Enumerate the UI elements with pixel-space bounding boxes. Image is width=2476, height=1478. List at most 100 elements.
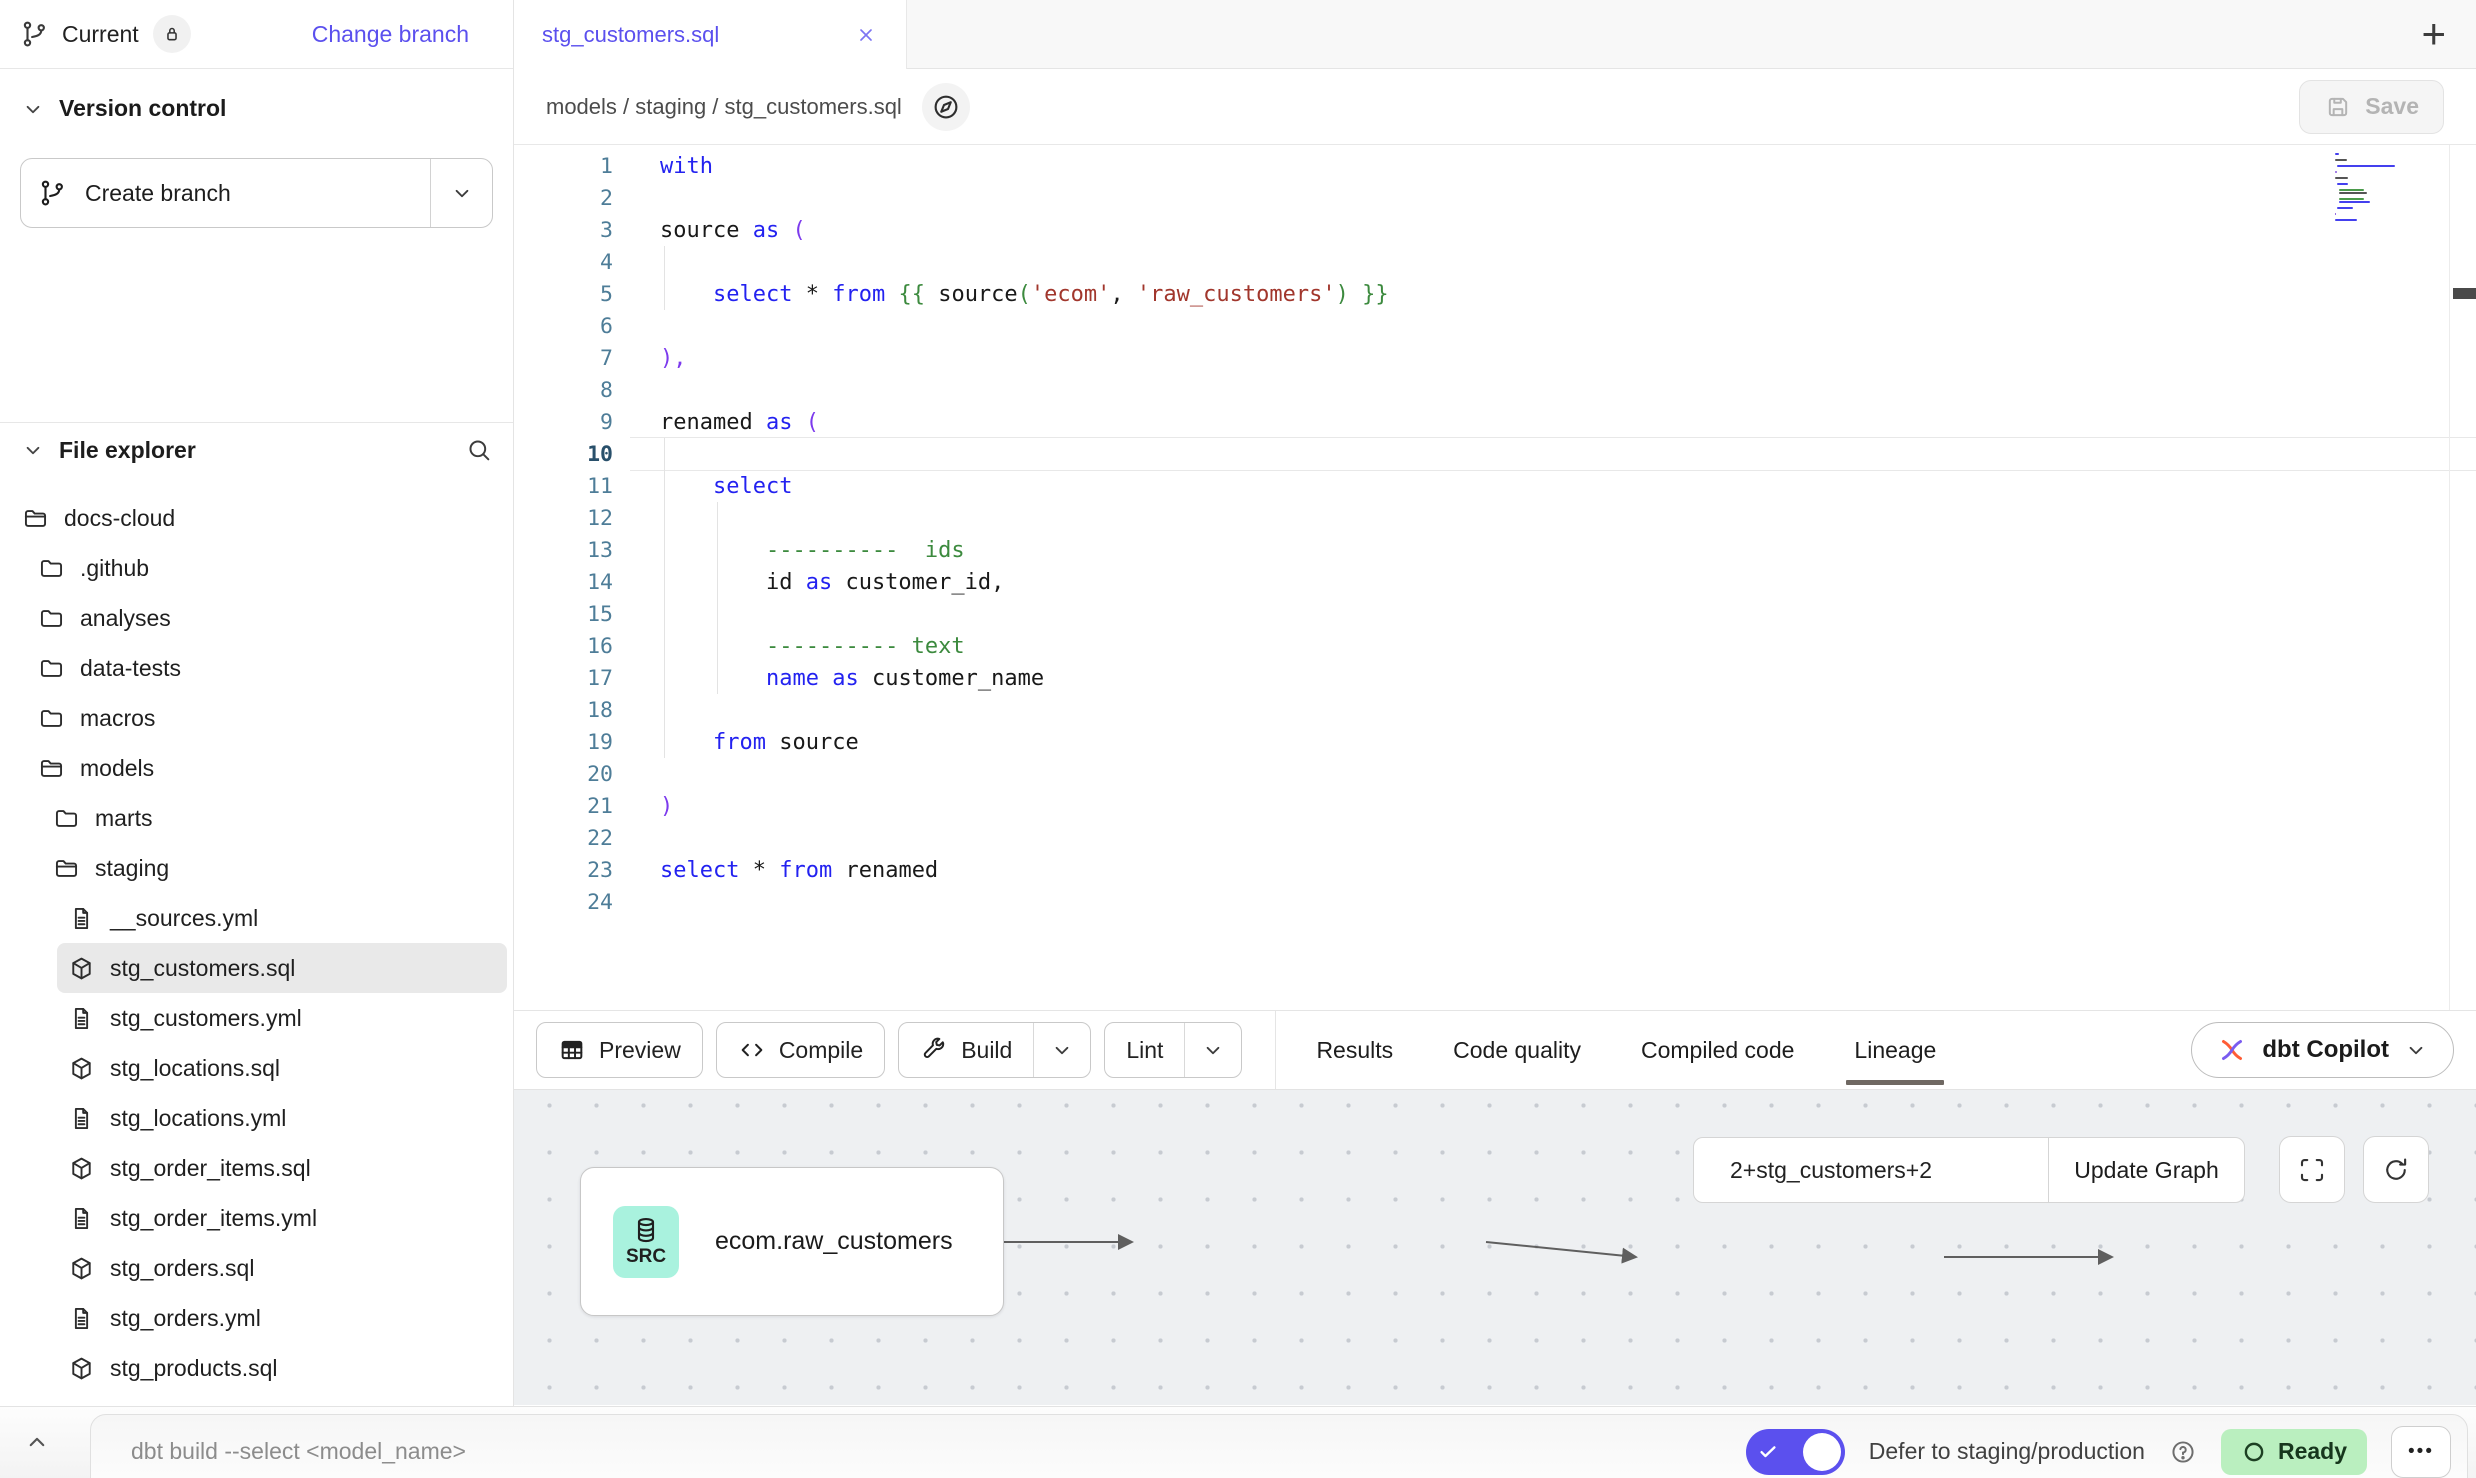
ready-status-button[interactable]: Ready (2221, 1429, 2367, 1475)
file-explorer-header[interactable]: File explorer (0, 423, 513, 477)
build-button[interactable]: Build (898, 1022, 1091, 1078)
compile-button[interactable]: Compile (716, 1022, 885, 1078)
file-tree-item[interactable]: stg_products.sql (0, 1343, 507, 1393)
file-tree-item[interactable]: stg_order_items.sql (0, 1143, 507, 1193)
code-line[interactable]: 2 (514, 182, 2476, 214)
code-line-text: from source (660, 730, 859, 755)
code-line[interactable]: 6 (514, 310, 2476, 342)
file-tree-item[interactable]: stg_order_items.yml (0, 1193, 507, 1243)
line-number: 17 (514, 666, 630, 691)
build-dropdown[interactable] (1033, 1023, 1090, 1077)
more-options-button[interactable]: ••• (2391, 1426, 2451, 1478)
command-input[interactable]: dbt build --select <model_name> (131, 1438, 466, 1465)
file-tree-item[interactable]: docs-cloud (0, 493, 507, 543)
line-number: 4 (514, 250, 630, 275)
new-tab-button[interactable]: + (2421, 13, 2446, 55)
line-number: 12 (514, 506, 630, 531)
current-branch-label: Current (62, 21, 139, 48)
close-icon[interactable] (854, 23, 878, 47)
lint-label: Lint (1126, 1037, 1163, 1064)
file-tree-item[interactable]: stg_locations.sql (0, 1043, 507, 1093)
lint-dropdown[interactable] (1184, 1023, 1241, 1077)
defer-toggle[interactable] (1746, 1429, 1845, 1475)
file-tree-item[interactable]: __sources.yml (0, 893, 507, 943)
line-number: 14 (514, 570, 630, 595)
code-line[interactable]: 21) (514, 790, 2476, 822)
line-number: 21 (514, 794, 630, 819)
code-line[interactable]: 3source as ( (514, 214, 2476, 246)
change-branch-link[interactable]: Change branch (312, 21, 469, 48)
code-line[interactable]: 1with (514, 150, 2476, 182)
code-editor[interactable]: 1with23source as ( 4 5 select * from {{ so… (514, 145, 2476, 1010)
code-line[interactable]: 11 select (514, 470, 2476, 502)
code-line[interactable]: 8 (514, 374, 2476, 406)
file-tree-item[interactable]: .github (0, 543, 507, 593)
code-line[interactable]: 4 (514, 246, 2476, 278)
file-tree-item-label: stg_order_items.yml (110, 1205, 317, 1232)
dbt-copilot-button[interactable]: dbt Copilot (2191, 1022, 2454, 1078)
refresh-button[interactable] (2363, 1136, 2429, 1203)
code-line[interactable]: 19 from source (514, 726, 2476, 758)
file-tree-item[interactable]: stg_orders.yml (0, 1293, 507, 1343)
version-control-header[interactable]: Version control (20, 95, 493, 122)
file-tree-item[interactable]: macros (0, 693, 507, 743)
code-line[interactable]: 22 (514, 822, 2476, 854)
file-tree-item[interactable]: models (0, 743, 507, 793)
code-line[interactable]: 18 (514, 694, 2476, 726)
panel-tab-lineage[interactable]: Lineage (1854, 1011, 1936, 1089)
folder-icon (38, 605, 65, 632)
file-tree-item[interactable]: data-tests (0, 643, 507, 693)
update-graph-button[interactable]: Update Graph (2048, 1138, 2244, 1202)
code-line[interactable]: 20 (514, 758, 2476, 790)
help-icon[interactable] (2169, 1438, 2197, 1466)
line-number: 5 (514, 282, 630, 307)
file-tree-item[interactable]: stg_customers.yml (0, 993, 507, 1043)
create-branch-dropdown[interactable] (430, 159, 492, 227)
file-tree-item[interactable]: staging (0, 843, 507, 893)
panel-tabs: Results Code quality Compiled code Lineage (1316, 1011, 1936, 1089)
line-number: 11 (514, 474, 630, 499)
code-line[interactable]: 13 ---------- ids (514, 534, 2476, 566)
panel-tab-code-quality[interactable]: Code quality (1453, 1011, 1581, 1089)
code-line[interactable]: 7), (514, 342, 2476, 374)
preview-button[interactable]: Preview (536, 1022, 703, 1078)
file-tree-item[interactable]: stg_orders.sql (0, 1243, 507, 1293)
lint-button[interactable]: Lint (1104, 1022, 1242, 1078)
code-line[interactable]: 15 (514, 598, 2476, 630)
file-tree-item[interactable]: marts (0, 793, 507, 843)
minimap[interactable] (2335, 153, 2395, 225)
fullscreen-button[interactable] (2279, 1136, 2345, 1203)
panel-tab-compiled-code[interactable]: Compiled code (1641, 1011, 1794, 1089)
file-model-icon (68, 955, 95, 982)
code-line[interactable]: 14 id as customer_id, (514, 566, 2476, 598)
code-line[interactable]: 9renamed as ( (514, 406, 2476, 438)
file-tree-item[interactable]: stg_customers.sql (57, 943, 507, 993)
code-line[interactable]: 17 name as customer_name (514, 662, 2476, 694)
code-line[interactable]: 10 (514, 438, 2476, 470)
lineage-node-ecom.raw_customers[interactable]: SRCecom.raw_customers (580, 1167, 1004, 1316)
chevron-up-icon[interactable] (22, 1427, 52, 1457)
file-tree-item-label: stg_locations.sql (110, 1055, 280, 1082)
create-branch-button[interactable]: Create branch (20, 158, 493, 228)
create-branch-main[interactable]: Create branch (21, 159, 430, 227)
tab-stg-customers-sql[interactable]: stg_customers.sql (514, 0, 907, 69)
file-model-icon (68, 1155, 95, 1182)
file-tree-item[interactable]: analyses (0, 593, 507, 643)
scrollbar-thumb[interactable] (2453, 288, 2476, 299)
code-line[interactable]: 24 (514, 886, 2476, 918)
save-button[interactable]: Save (2299, 80, 2444, 134)
lineage-canvas[interactable]: 2+stg_customers+2 Update Graph SRCecom.r… (514, 1090, 2476, 1405)
panel-tab-results[interactable]: Results (1316, 1011, 1393, 1089)
code-line[interactable]: 23select * from renamed (514, 854, 2476, 886)
copilot-compass-button[interactable] (922, 83, 970, 131)
code-line[interactable]: 12 (514, 502, 2476, 534)
search-icon[interactable] (465, 436, 493, 464)
file-tree-item[interactable]: stg_locations.yml (0, 1093, 507, 1143)
scrollbar-track[interactable] (2449, 145, 2450, 1010)
indent-guide (664, 438, 665, 758)
code-line[interactable]: 16 ---------- text (514, 630, 2476, 662)
lineage-selector-input[interactable]: 2+stg_customers+2 (1694, 1138, 2048, 1202)
code-line-text: source as ( (660, 218, 806, 243)
code-lines[interactable]: 1with23source as ( 4 5 select * from {{ so… (514, 150, 2476, 918)
code-line[interactable]: 5 select * from {{ source('ecom', 'raw_c… (514, 278, 2476, 310)
